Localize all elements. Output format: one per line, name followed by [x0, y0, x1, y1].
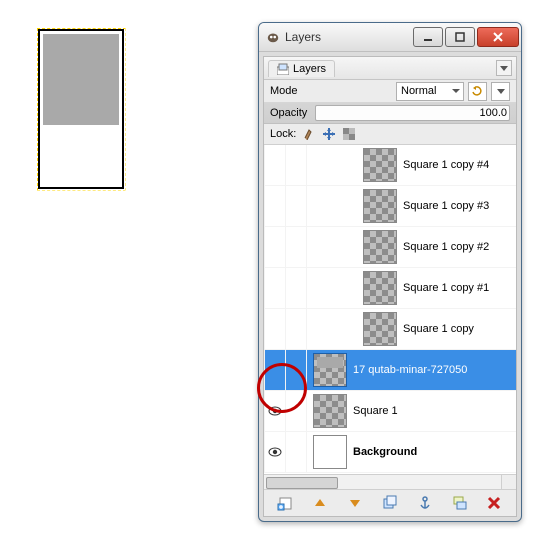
minimize-button[interactable]: [413, 27, 443, 47]
layer-row[interactable]: Square 1 copy: [264, 309, 516, 350]
scroll-corner: [501, 474, 516, 489]
visibility-toggle[interactable]: [264, 432, 286, 472]
lock-position-icon[interactable]: [322, 127, 336, 141]
delete-layer-button[interactable]: [483, 492, 505, 514]
layer-thumbnail[interactable]: [363, 189, 397, 223]
titlebar[interactable]: Layers: [259, 23, 521, 52]
canvas-gray-region: [43, 34, 119, 125]
lock-label: Lock:: [270, 128, 296, 140]
window-title: Layers: [285, 30, 409, 44]
lock-alpha-icon[interactable]: [342, 127, 356, 141]
chevron-down-icon: [497, 87, 505, 95]
tab-layers[interactable]: Layers: [268, 60, 335, 77]
link-toggle[interactable]: [286, 227, 307, 267]
link-toggle[interactable]: [286, 309, 307, 349]
link-toggle[interactable]: [286, 391, 307, 431]
layer-thumbnail[interactable]: [313, 353, 347, 387]
layer-row[interactable]: Background: [264, 432, 516, 473]
layer-name[interactable]: Background: [353, 446, 516, 458]
layer-row[interactable]: Square 1 copy #4: [264, 145, 516, 186]
lock-row: Lock:: [264, 124, 516, 145]
mode-value: Normal: [401, 85, 436, 97]
undo-icon: [472, 86, 483, 97]
layer-thumbnail[interactable]: [363, 312, 397, 346]
tab-label: Layers: [293, 63, 326, 75]
visibility-toggle[interactable]: [264, 145, 286, 185]
layer-thumbnail[interactable]: [313, 435, 347, 469]
opacity-label: Opacity: [270, 107, 307, 119]
visibility-toggle[interactable]: [264, 309, 286, 349]
opacity-value[interactable]: 100.0: [315, 105, 510, 121]
lock-pixels-icon[interactable]: [302, 127, 316, 141]
gimp-icon: [265, 29, 281, 45]
layers-window: Layers Layers Mode: [258, 22, 522, 522]
link-toggle[interactable]: [286, 268, 307, 308]
lower-layer-button[interactable]: [344, 492, 366, 514]
layer-name[interactable]: Square 1 copy #4: [403, 159, 516, 171]
scroll-thumb[interactable]: [266, 477, 338, 489]
visibility-toggle[interactable]: [264, 350, 286, 390]
tab-menu-button[interactable]: [496, 60, 512, 76]
layer-row[interactable]: 17 qutab-minar-727050: [264, 350, 516, 391]
layer-name[interactable]: Square 1 copy #1: [403, 282, 516, 294]
layer-list: Square 1 copy #4 Square 1 copy #3 Square 1…: [264, 145, 516, 490]
layer-name[interactable]: 17 qutab-minar-727050: [353, 364, 516, 376]
visibility-toggle[interactable]: [264, 227, 286, 267]
layer-row[interactable]: Square 1 copy #2: [264, 227, 516, 268]
mode-label: Mode: [270, 85, 298, 97]
visibility-toggle[interactable]: [264, 391, 286, 431]
layer-thumbnail[interactable]: [313, 394, 347, 428]
duplicate-layer-button[interactable]: [379, 492, 401, 514]
layer-name[interactable]: Square 1: [353, 405, 516, 417]
layer-name[interactable]: Square 1 copy: [403, 323, 516, 335]
layer-thumbnail[interactable]: [363, 230, 397, 264]
mode-next-button[interactable]: [491, 82, 510, 101]
link-toggle[interactable]: [286, 145, 307, 185]
layer-thumbnail[interactable]: [363, 148, 397, 182]
raise-layer-button[interactable]: [309, 492, 331, 514]
visibility-toggle[interactable]: [264, 186, 286, 226]
layer-name[interactable]: Square 1 copy #3: [403, 200, 516, 212]
visibility-toggle[interactable]: [264, 268, 286, 308]
anchor-layer-button[interactable]: [414, 492, 436, 514]
canvas-selection: [38, 29, 124, 189]
mode-select[interactable]: Normal: [396, 82, 464, 101]
dock-tabs: Layers: [264, 57, 516, 80]
close-button[interactable]: [477, 27, 519, 47]
eye-icon: [268, 406, 282, 416]
merge-down-button[interactable]: [449, 492, 471, 514]
client-area: Layers Mode Normal Opacity 100.0 Lock:: [263, 56, 517, 517]
layer-row[interactable]: Square 1 copy #1: [264, 268, 516, 309]
link-toggle[interactable]: [286, 432, 307, 472]
link-toggle[interactable]: [286, 186, 307, 226]
layer-thumbnail[interactable]: [363, 271, 397, 305]
eye-icon: [268, 447, 282, 457]
opacity-row[interactable]: Opacity 100.0: [264, 103, 516, 124]
layer-row[interactable]: Square 1: [264, 391, 516, 432]
mode-reset-button[interactable]: [468, 82, 487, 101]
new-layer-button[interactable]: [274, 492, 296, 514]
layers-icon: [277, 63, 289, 75]
layer-row[interactable]: Square 1 copy #3: [264, 186, 516, 227]
link-toggle[interactable]: [286, 350, 307, 390]
horizontal-scrollbar[interactable]: [264, 474, 502, 489]
maximize-button[interactable]: [445, 27, 475, 47]
layer-name[interactable]: Square 1 copy #2: [403, 241, 516, 253]
mode-row: Mode Normal: [264, 80, 516, 103]
layer-buttons: [264, 490, 516, 516]
